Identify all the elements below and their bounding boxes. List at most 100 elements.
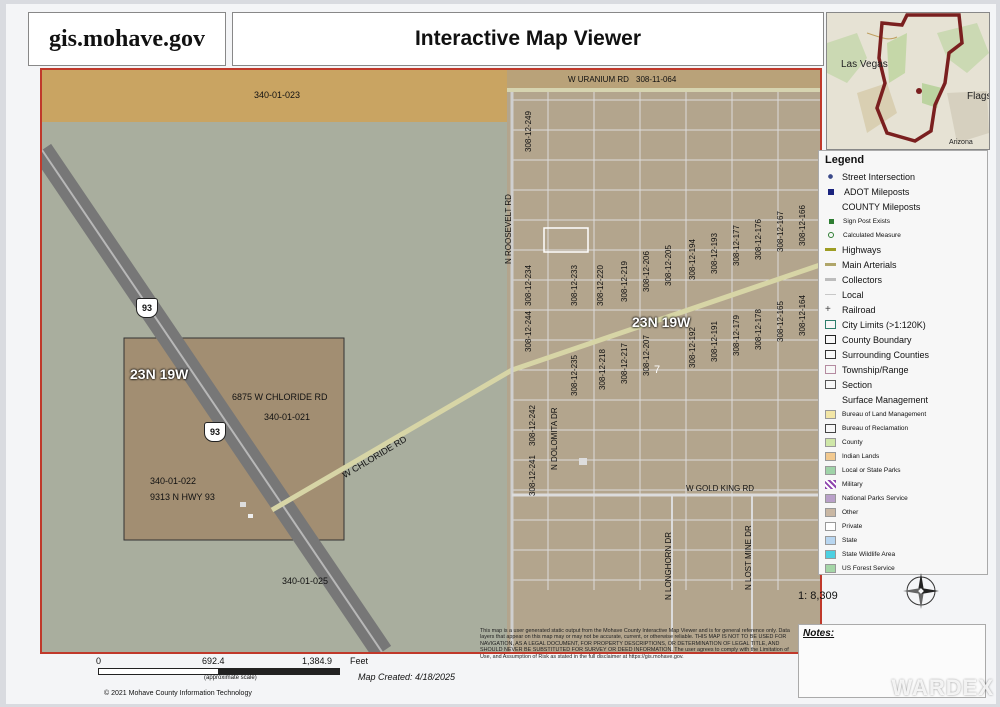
- legend-item-label: Bureau of Land Management: [842, 410, 927, 418]
- legend-item: Township/Range: [825, 362, 981, 377]
- grid-parcel-label[interactable]: 308-12-176: [754, 219, 763, 260]
- legend-item: Surface Management: [825, 392, 981, 407]
- legend-item-label: Main Arterials: [842, 259, 897, 270]
- grid-parcel-label[interactable]: 308-12-178: [754, 309, 763, 350]
- legend-item-label: Sign Post Exists: [843, 217, 890, 225]
- legend-item: Highways: [825, 242, 981, 257]
- legend-item: State Wildlife Area: [825, 547, 981, 561]
- legend-item-label: COUNTY Mileposts: [842, 201, 921, 212]
- legend-item: Sign Post Exists: [825, 214, 981, 228]
- legend-item-label: Township/Range: [842, 364, 909, 375]
- grid-parcel-label[interactable]: 308-12-205: [664, 245, 673, 286]
- legend-item: Calculated Measure: [825, 228, 981, 242]
- grid-parcel-label[interactable]: 308-12-177: [732, 225, 741, 266]
- parcel-label-top-strip[interactable]: 340-01-023: [254, 90, 300, 100]
- grid-parcel-label[interactable]: 308-12-194: [688, 239, 697, 280]
- grid-parcel-label[interactable]: 308-12-206: [642, 251, 651, 292]
- township-label-east: 23N 19W: [632, 314, 691, 330]
- legend-swatch-icon: [825, 335, 836, 344]
- legend-item: County Boundary: [825, 332, 981, 347]
- grid-parcel-label[interactable]: 308-12-242: [528, 405, 537, 446]
- legend-item-label: Private: [842, 522, 863, 530]
- legend-item: Bureau of Reclamation: [825, 421, 981, 435]
- legend-item-label: US Forest Service: [842, 564, 895, 572]
- disclaimer-text: This map is a user generated static outp…: [480, 628, 790, 660]
- grid-parcel-label[interactable]: 308-12-220: [596, 265, 605, 306]
- copyright-text: © 2021 Mohave County Information Technol…: [104, 690, 252, 697]
- legend-swatch-icon: [825, 507, 836, 517]
- legend-swatch-icon: [825, 535, 836, 545]
- legend-item-label: Indian Lands: [842, 452, 880, 460]
- legend-item: City Limits (>1:120K): [825, 317, 981, 332]
- legend-swatch-icon: [825, 493, 836, 503]
- overview-map[interactable]: Las Vegas Flagstaff Arizona: [826, 12, 990, 150]
- legend-swatch-icon: [825, 380, 836, 389]
- scale-ratio: 1: 8,309: [798, 590, 838, 602]
- grid-parcel-label[interactable]: 308-12-217: [620, 343, 629, 384]
- legend-item: + Railroad: [825, 302, 981, 317]
- legend-item: Private: [825, 519, 981, 533]
- section-number: 7: [654, 364, 661, 376]
- scale-note: (approximate scale): [204, 675, 257, 681]
- legend-item-label: Surface Management: [842, 394, 929, 405]
- parcel-label-lower-left[interactable]: 340-01-022: [150, 476, 196, 486]
- legend-item-label: Calculated Measure: [843, 231, 901, 239]
- overview-label-flagstaff: Flagstaff: [967, 91, 989, 102]
- grid-parcel-label[interactable]: 308-12-191: [710, 321, 719, 362]
- grid-parcel-label[interactable]: 308-12-249: [524, 111, 533, 152]
- legend-item: Surrounding Counties: [825, 347, 981, 362]
- legend-swatch-icon: [829, 218, 834, 224]
- legend-item-label: Highways: [842, 244, 882, 255]
- site-name[interactable]: gis.mohave.gov: [28, 12, 226, 66]
- grid-parcel-label[interactable]: 308-12-207: [642, 335, 651, 376]
- legend-item: State: [825, 533, 981, 547]
- road-label-uranium: W URANIUM RD: [568, 75, 629, 84]
- road-label-gold-king: W GOLD KING RD: [686, 484, 755, 493]
- grid-parcel-label[interactable]: 308-12-218: [598, 349, 607, 390]
- road-label-longhorn: N LONGHORN DR: [664, 531, 673, 600]
- grid-parcel-label[interactable]: 308-12-179: [732, 315, 741, 356]
- grid-parcel-label[interactable]: 308-12-165: [776, 301, 785, 342]
- legend-item-label: Military: [842, 480, 863, 488]
- map-canvas[interactable]: 340-01-023 W URANIUM RD 308-11-064 6875 …: [40, 68, 822, 654]
- watermark: WARDEX: [891, 675, 994, 700]
- grid-parcel-label[interactable]: 308-12-241: [528, 455, 537, 496]
- grid-parcel-label[interactable]: 308-12-244: [524, 311, 533, 352]
- highway-93-shield-south: 93: [204, 422, 226, 442]
- grid-parcel-label[interactable]: 308-12-193: [710, 233, 719, 274]
- legend-item: County: [825, 435, 981, 449]
- legend-swatch-icon: [825, 521, 836, 531]
- grid-parcel-label[interactable]: 308-12-219: [620, 261, 629, 302]
- grid-parcel-label[interactable]: 308-12-167: [776, 211, 785, 252]
- grid-parcel-label[interactable]: 308-12-166: [798, 205, 807, 246]
- grid-parcel-label[interactable]: 308-12-233: [570, 265, 579, 306]
- legend-swatch-icon: [825, 465, 836, 475]
- overview-label-las-vegas: Las Vegas: [841, 59, 888, 70]
- legend-swatch-icon: [825, 278, 836, 281]
- grid-parcel-label[interactable]: 308-12-235: [570, 355, 579, 396]
- map-imagery: [42, 70, 820, 652]
- legend-list: Street Intersection ADOT Mileposts COUNTY …: [825, 169, 981, 575]
- grid-parcel-label[interactable]: 308-12-192: [688, 327, 697, 368]
- legend-swatch-icon: [825, 409, 836, 419]
- legend-item: Local: [825, 287, 981, 302]
- legend-swatch-icon: [825, 294, 836, 295]
- grid-parcel-label[interactable]: 308-12-164: [798, 295, 807, 336]
- legend-item-label: National Parks Service: [842, 494, 908, 502]
- grid-parcel-label[interactable]: 308-12-234: [524, 265, 533, 306]
- parcel-label-bottom[interactable]: 340-01-025: [282, 576, 328, 586]
- parcel-label-main[interactable]: 340-01-021: [264, 412, 310, 422]
- legend-item-label: State Wildlife Area: [842, 550, 896, 558]
- parcel-label-uranium[interactable]: 308-11-064: [636, 75, 676, 84]
- scale-tick-2: 1,384.9: [302, 656, 333, 666]
- legend-swatch-icon: [825, 479, 836, 489]
- page-title: Interactive Map Viewer: [232, 12, 824, 66]
- road-label-roosevelt: N ROOSEVELT RD: [504, 194, 513, 264]
- legend-item: Local or State Parks: [825, 463, 981, 477]
- legend-item: Collectors: [825, 272, 981, 287]
- legend-item-label: Section: [842, 379, 873, 390]
- legend-swatch-icon: [828, 232, 834, 238]
- legend-item-label: Local or State Parks: [842, 466, 901, 474]
- legend-panel: Legend Street Intersection ADOT Mileposts…: [818, 150, 988, 575]
- legend-swatch-icon: [825, 248, 836, 251]
